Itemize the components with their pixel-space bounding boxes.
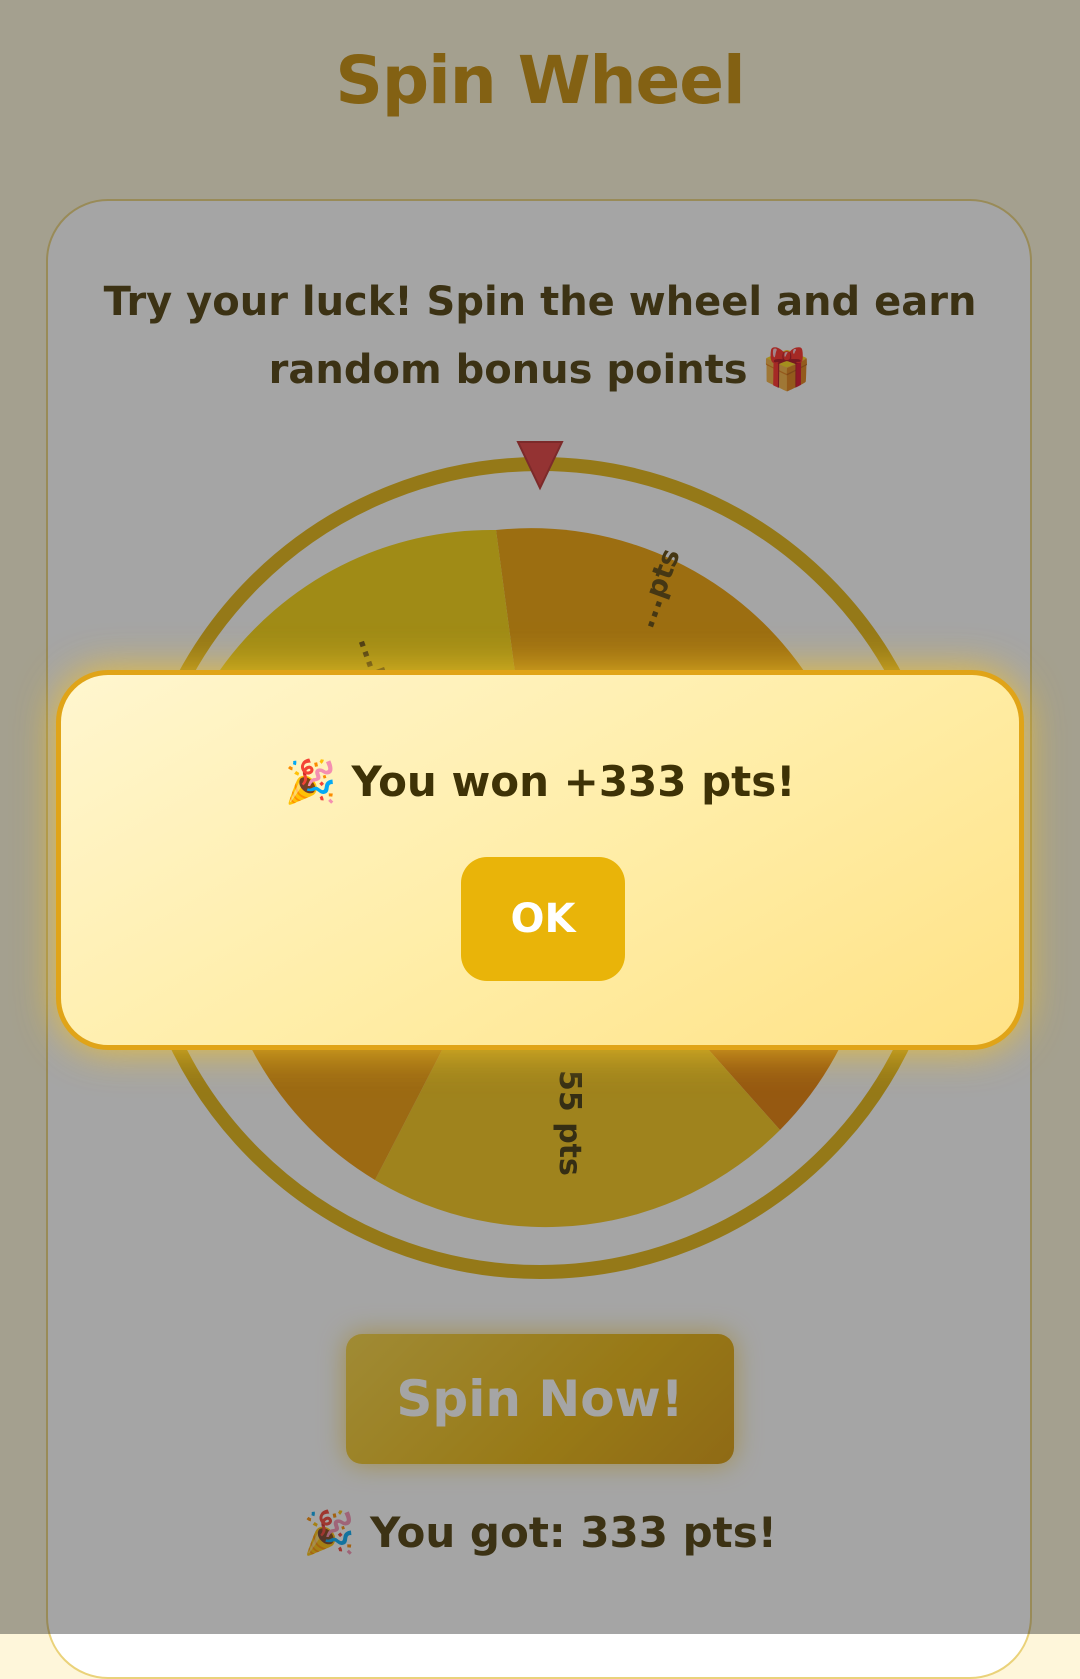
ok-button[interactable]: OK <box>461 857 625 981</box>
win-modal: 🎉 You won +333 pts! OK <box>56 670 1024 1050</box>
win-message: 🎉 You won +333 pts! <box>284 757 796 806</box>
